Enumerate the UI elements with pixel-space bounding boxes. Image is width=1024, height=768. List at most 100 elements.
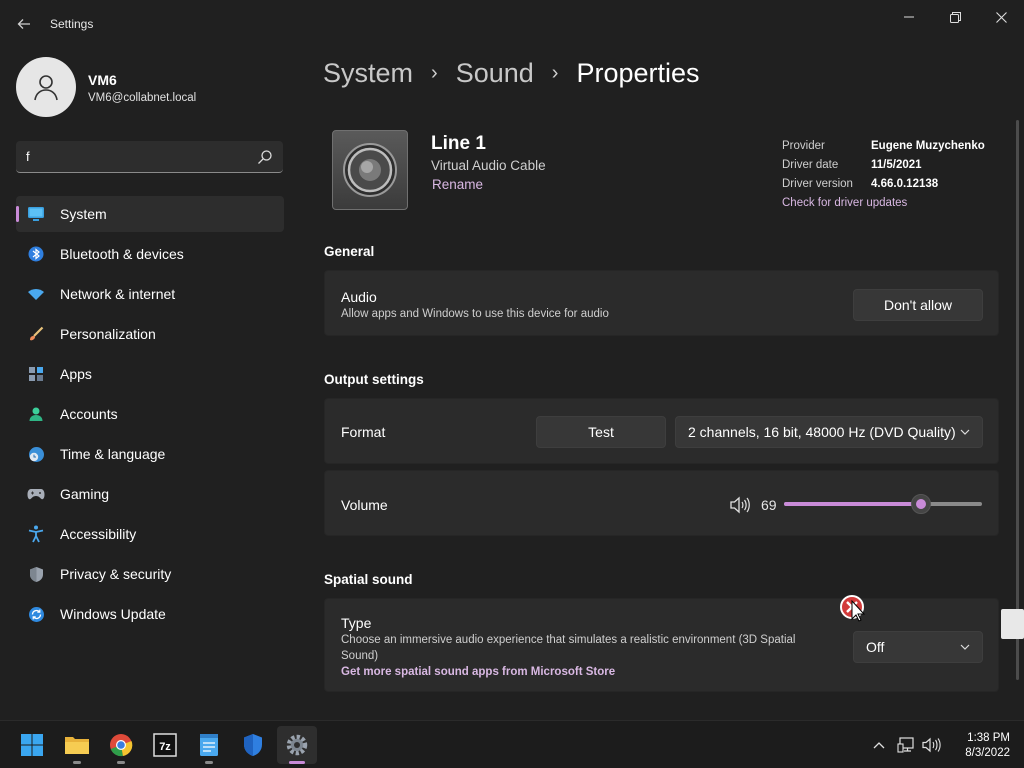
- minimize-button[interactable]: [887, 6, 931, 28]
- breadcrumb-sound[interactable]: Sound: [456, 58, 534, 89]
- notepad-icon: [200, 734, 218, 756]
- format-dropdown[interactable]: 2 channels, 16 bit, 48000 Hz (DVD Qualit…: [675, 416, 983, 448]
- spatial-type-value: Off: [866, 639, 885, 655]
- running-indicator: [205, 761, 213, 764]
- taskbar-clock[interactable]: 1:38 PM 8/3/2022: [950, 731, 1010, 761]
- sidebar-item-label: Accessibility: [60, 526, 137, 542]
- chevron-right-icon: ›: [551, 62, 559, 84]
- sidebar-item-label: Time & language: [60, 446, 166, 462]
- close-button[interactable]: [979, 6, 1023, 28]
- taskbar-chrome[interactable]: [106, 730, 136, 764]
- section-title-general: General: [324, 244, 375, 259]
- network-icon[interactable]: [896, 735, 916, 755]
- search-icon[interactable]: [257, 149, 273, 165]
- sidebar-item-system[interactable]: System: [16, 196, 284, 232]
- content-scrollbar[interactable]: [1016, 120, 1019, 680]
- spatial-type-card: Type Choose an immersive audio experienc…: [324, 598, 999, 692]
- spatial-type-title: Type: [341, 615, 372, 631]
- gamepad-icon: [26, 484, 46, 504]
- driver-date-value: 11/5/2021: [871, 158, 922, 171]
- tray-overflow-chevron-up-icon[interactable]: [869, 735, 889, 755]
- taskbar-7zip[interactable]: 7z: [150, 730, 180, 760]
- start-button[interactable]: [17, 730, 47, 760]
- section-title-spatial: Spatial sound: [324, 572, 413, 587]
- app-title: Settings: [50, 17, 94, 31]
- volume-value: 69: [761, 497, 777, 513]
- sidebar-item-accessibility[interactable]: Accessibility: [16, 516, 284, 552]
- page-title: Properties: [576, 58, 700, 88]
- apps-icon: [26, 364, 46, 384]
- dont-allow-button[interactable]: Don't allow: [853, 289, 983, 321]
- sidebar-item-privacy-security[interactable]: Privacy & security: [16, 556, 284, 592]
- clock-date: 8/3/2022: [965, 747, 1010, 759]
- sidebar-item-windows-update[interactable]: Windows Update: [16, 596, 284, 632]
- format-value: 2 channels, 16 bit, 48000 Hz (DVD Qualit…: [688, 424, 956, 440]
- section-title-output: Output settings: [324, 372, 424, 387]
- restore-button[interactable]: [933, 6, 977, 28]
- windows-logo-icon: [21, 734, 43, 756]
- chevron-down-icon: [960, 429, 970, 435]
- chrome-icon: [110, 734, 133, 757]
- rename-link[interactable]: Rename: [432, 177, 483, 192]
- sidebar-item-label: Network & internet: [60, 286, 176, 302]
- search-box[interactable]: [16, 141, 283, 173]
- driver-version-label: Driver version: [782, 177, 853, 190]
- taskbar-file-explorer[interactable]: [62, 730, 92, 764]
- spatial-type-description-line2: Sound): [341, 650, 379, 662]
- user-name: VM6: [88, 72, 117, 88]
- test-button[interactable]: Test: [536, 416, 666, 448]
- volume-icon[interactable]: [921, 735, 941, 755]
- bluetooth-icon: [26, 244, 46, 264]
- running-indicator: [117, 761, 125, 764]
- avatar[interactable]: [16, 57, 76, 117]
- search-input[interactable]: [16, 141, 256, 172]
- audio-card: Audio Allow apps and Windows to use this…: [324, 270, 999, 336]
- sidebar-item-apps[interactable]: Apps: [16, 356, 284, 392]
- spatial-type-dropdown[interactable]: Off: [853, 631, 983, 663]
- sidebar-item-network[interactable]: Network & internet: [16, 276, 284, 312]
- volume-label: Volume: [341, 497, 388, 513]
- volume-slider[interactable]: [784, 494, 982, 514]
- restore-icon: [949, 11, 961, 23]
- check-driver-updates-link[interactable]: Check for driver updates: [782, 193, 985, 212]
- sidebar-item-label: Apps: [60, 366, 92, 382]
- taskbar-notepad[interactable]: [194, 730, 224, 764]
- device-description: Virtual Audio Cable: [431, 158, 546, 173]
- provider-label: Provider: [782, 139, 825, 152]
- sidebar-item-label: Bluetooth & devices: [60, 246, 184, 262]
- volume-slider-fill: [784, 502, 921, 506]
- shield-icon: [244, 734, 262, 756]
- speaker-icon: [343, 143, 397, 197]
- sidebar-item-bluetooth[interactable]: Bluetooth & devices: [16, 236, 284, 272]
- user-email: VM6@collabnet.local: [88, 92, 197, 104]
- running-indicator: [73, 761, 81, 764]
- minimize-icon: [904, 16, 914, 18]
- brush-icon: [26, 324, 46, 344]
- audio-title: Audio: [341, 289, 377, 305]
- taskbar-settings[interactable]: [282, 730, 312, 760]
- breadcrumb-system[interactable]: System: [323, 58, 413, 89]
- spatial-store-link[interactable]: Get more spatial sound apps from Microso…: [341, 666, 615, 678]
- sidebar-item-label: Accounts: [60, 406, 118, 422]
- chevron-down-icon: [960, 644, 970, 650]
- volume-slider-thumb[interactable]: [911, 494, 931, 514]
- back-button[interactable]: [10, 10, 38, 38]
- driver-info: Provider Eugene Muzychenko Driver date 1…: [782, 136, 985, 212]
- person-icon: [34, 75, 58, 101]
- sidebar-item-personalization[interactable]: Personalization: [16, 316, 284, 352]
- taskbar-security[interactable]: [238, 730, 268, 760]
- breadcrumb: System › Sound › Properties: [323, 58, 700, 89]
- update-icon: [26, 604, 46, 624]
- sidebar-item-gaming[interactable]: Gaming: [16, 476, 284, 512]
- sidebar-item-label: Privacy & security: [60, 566, 172, 582]
- person-icon: [26, 404, 46, 424]
- scroll-thumb[interactable]: [1001, 609, 1024, 639]
- sidebar-item-time-language[interactable]: Time & language: [16, 436, 284, 472]
- title-bar: Settings: [0, 0, 1024, 48]
- speaker-volume-icon[interactable]: [729, 495, 751, 515]
- sidebar-item-label: Gaming: [60, 486, 110, 502]
- cursor-unavailable-icon: [838, 592, 870, 624]
- driver-version-value: 4.66.0.12138: [871, 177, 939, 190]
- sidebar-item-accounts[interactable]: Accounts: [16, 396, 284, 432]
- clock-time: 1:38 PM: [967, 732, 1010, 744]
